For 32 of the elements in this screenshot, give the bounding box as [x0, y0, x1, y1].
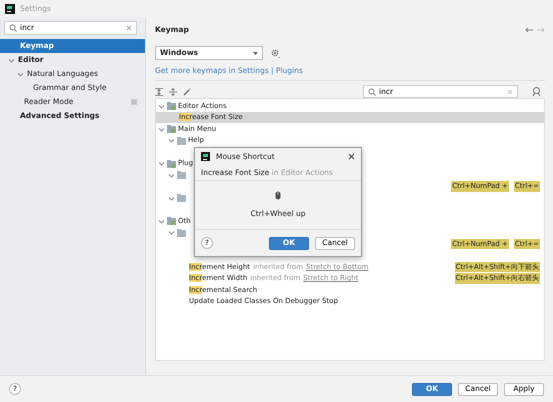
chevron-icon[interactable]: [168, 229, 175, 236]
find-by-shortcut-icon[interactable]: [532, 87, 541, 96]
chevron-icon[interactable]: [158, 126, 165, 132]
search-icon: [9, 24, 17, 32]
edit-icon[interactable]: [183, 88, 191, 96]
chevron-icon[interactable]: [158, 160, 165, 167]
chevron-icon[interactable]: [158, 102, 165, 110]
folder-icon: [177, 228, 186, 236]
chevron-icon[interactable]: [17, 70, 24, 78]
collapse-all-icon[interactable]: [169, 88, 177, 96]
chevron-icon[interactable]: [168, 137, 175, 144]
expand-all-icon[interactable]: [155, 88, 163, 96]
app-logo-icon: [5, 4, 15, 14]
caret-icon: [253, 52, 258, 54]
folder-icon: [177, 194, 186, 202]
search-icon: [368, 88, 376, 96]
chevron-icon[interactable]: [8, 56, 15, 64]
chevron-icon[interactable]: [168, 172, 175, 178]
action-group-icon: [167, 102, 176, 110]
action-group-icon: [167, 160, 176, 168]
app-logo-icon: [201, 152, 210, 161]
action-group-icon: [167, 125, 176, 133]
chevron-icon[interactable]: [168, 194, 175, 202]
close-icon[interactable]: [348, 153, 355, 160]
back-arrow-icon[interactable]: [525, 27, 534, 33]
folder-icon: [177, 171, 186, 179]
gear-icon[interactable]: [271, 48, 280, 58]
folder-icon: [177, 136, 186, 144]
chevron-icon[interactable]: [158, 218, 165, 224]
clear-icon[interactable]: [126, 25, 132, 31]
action-group-icon: [167, 217, 176, 225]
mouse-icon: [275, 190, 281, 200]
